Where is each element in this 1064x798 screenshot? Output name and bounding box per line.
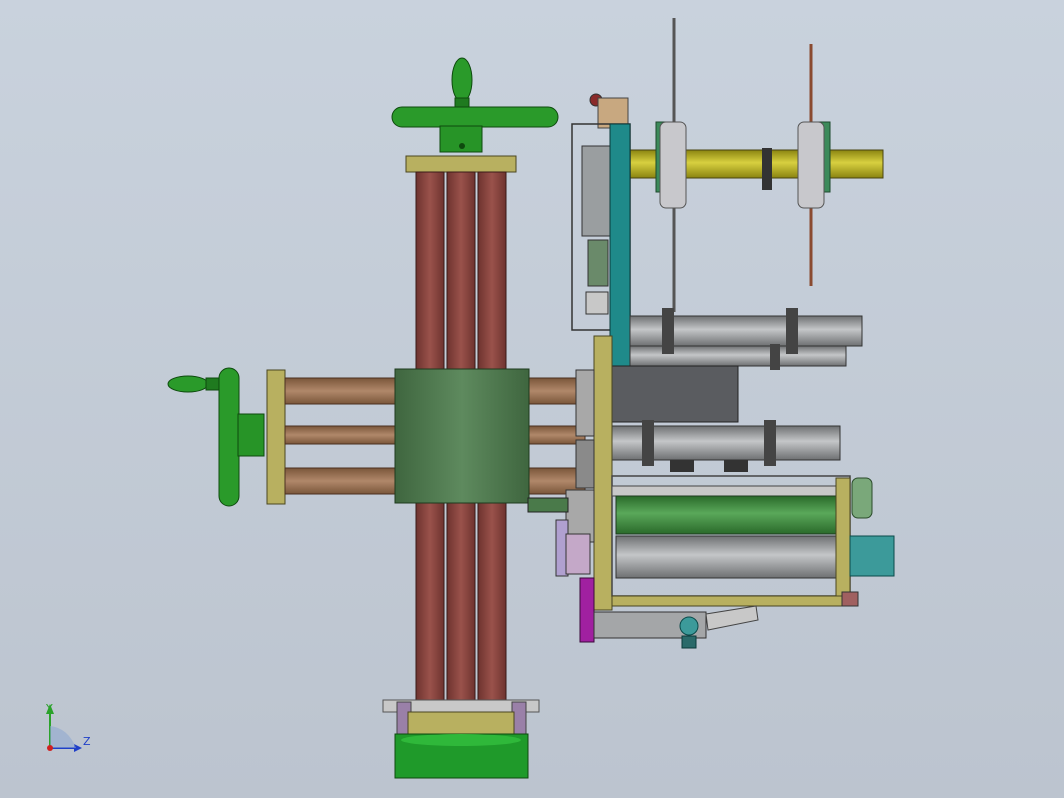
triad-z-label: Z xyxy=(83,735,91,748)
left-end-plate xyxy=(266,369,286,505)
side-handle-icon xyxy=(167,375,209,393)
column-base xyxy=(382,699,540,779)
lever-knob-icon xyxy=(679,616,699,636)
handwheel-rim xyxy=(391,106,559,128)
cad-viewport[interactable]: Y Z xyxy=(0,0,1064,798)
magenta-block xyxy=(579,577,595,643)
handwheel-knob-icon xyxy=(451,57,473,103)
handwheel-rim-left xyxy=(218,367,240,507)
teal-side-bar xyxy=(609,123,631,395)
column-top-plate xyxy=(405,155,517,173)
carriage-block xyxy=(394,368,530,504)
triad-y-label: Y xyxy=(45,702,53,715)
right-frame-plate xyxy=(593,335,613,611)
